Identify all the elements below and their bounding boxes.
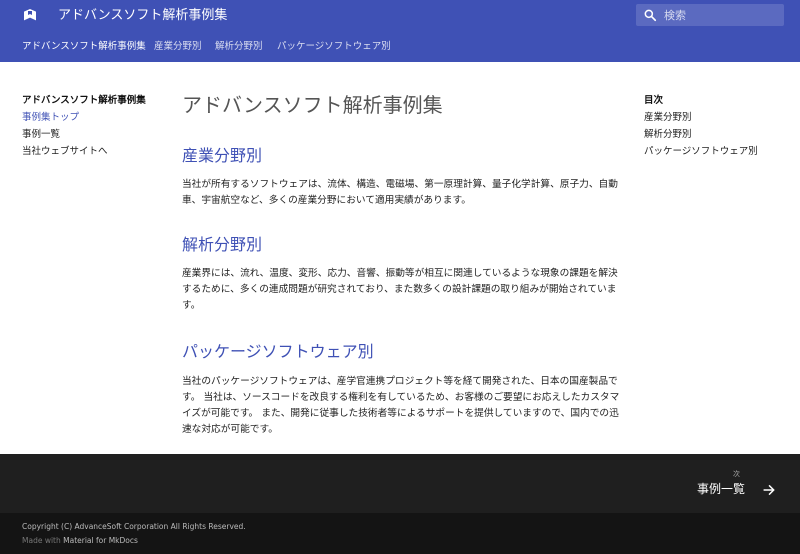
sidebar-nav: アドバンスソフト解析事例集 事例集トップ 事例一覧 当社ウェブサイトへ [22, 95, 162, 158]
toc-title: 目次 [644, 95, 664, 106]
made-with-link[interactable]: Material for MkDocs [63, 536, 138, 545]
made-with-prefix: Made with [22, 536, 61, 545]
page-title: アドバンスソフト解析事例集 [182, 93, 443, 117]
section-heading-industry: 産業分野別 [182, 146, 263, 165]
next-page-link[interactable]: 事例一覧 [697, 481, 745, 497]
header-bar: アドバンスソフト解析事例集 [0, 0, 800, 32]
arrow-right-icon[interactable] [762, 483, 776, 497]
nav-item-website[interactable]: 当社ウェブサイトへ [22, 146, 162, 158]
search-input[interactable] [664, 6, 778, 24]
copyright-text: Copyright (C) AdvanceSoft Corporation Al… [22, 522, 246, 531]
made-with-text: Made with Material for MkDocs [22, 536, 138, 546]
section-text-analysis: 産業界には、流れ、温度、変形、応力、音響、振動等が相互に関連しているような現象の… [182, 268, 618, 311]
search-box[interactable] [636, 4, 784, 26]
nav-item-list[interactable]: 事例一覧 [22, 129, 162, 141]
section-text-package: 当社のパッケージソフトウェアは、産学官連携プロジェクト等を経て開発された、日本の… [182, 376, 620, 435]
tab-analysis[interactable]: 解析分野別 [215, 41, 263, 53]
tab-top[interactable]: アドバンスソフト解析事例集 [22, 41, 146, 53]
toc-item-industry[interactable]: 産業分野別 [644, 112, 784, 124]
nav-title: アドバンスソフト解析事例集 [22, 95, 146, 106]
table-of-contents: 目次 産業分野別 解析分野別 パッケージソフトウェア別 [644, 95, 784, 158]
section-text-industry: 当社が所有するソフトウェアは、流体、構造、電磁場、第一原理計算、量子化学計算、原… [182, 179, 618, 206]
search-icon[interactable] [643, 8, 657, 22]
tab-package[interactable]: パッケージソフトウェア別 [277, 41, 391, 53]
toc-item-analysis[interactable]: 解析分野別 [644, 129, 784, 141]
nav-item-top[interactable]: 事例集トップ [22, 112, 162, 124]
tabs-bar: アドバンスソフト解析事例集 産業分野別 解析分野別 パッケージソフトウェア別 [0, 32, 800, 62]
main-content: アドバンスソフト解析事例集 産業分野別 当社が所有するソフトウェアは、流体、構造… [182, 92, 622, 435]
next-label: 次 [733, 470, 740, 478]
toc-item-package[interactable]: パッケージソフトウェア別 [644, 146, 784, 158]
footer-nav: 次 事例一覧 [0, 454, 800, 513]
section-heading-analysis: 解析分野別 [182, 235, 263, 254]
section-heading-package: パッケージソフトウェア別 [182, 342, 374, 361]
site-title[interactable]: アドバンスソフト解析事例集 [58, 7, 227, 25]
tab-industry[interactable]: 産業分野別 [154, 41, 202, 53]
book-icon[interactable] [22, 7, 38, 23]
footer-meta: Copyright (C) AdvanceSoft Corporation Al… [0, 513, 800, 554]
